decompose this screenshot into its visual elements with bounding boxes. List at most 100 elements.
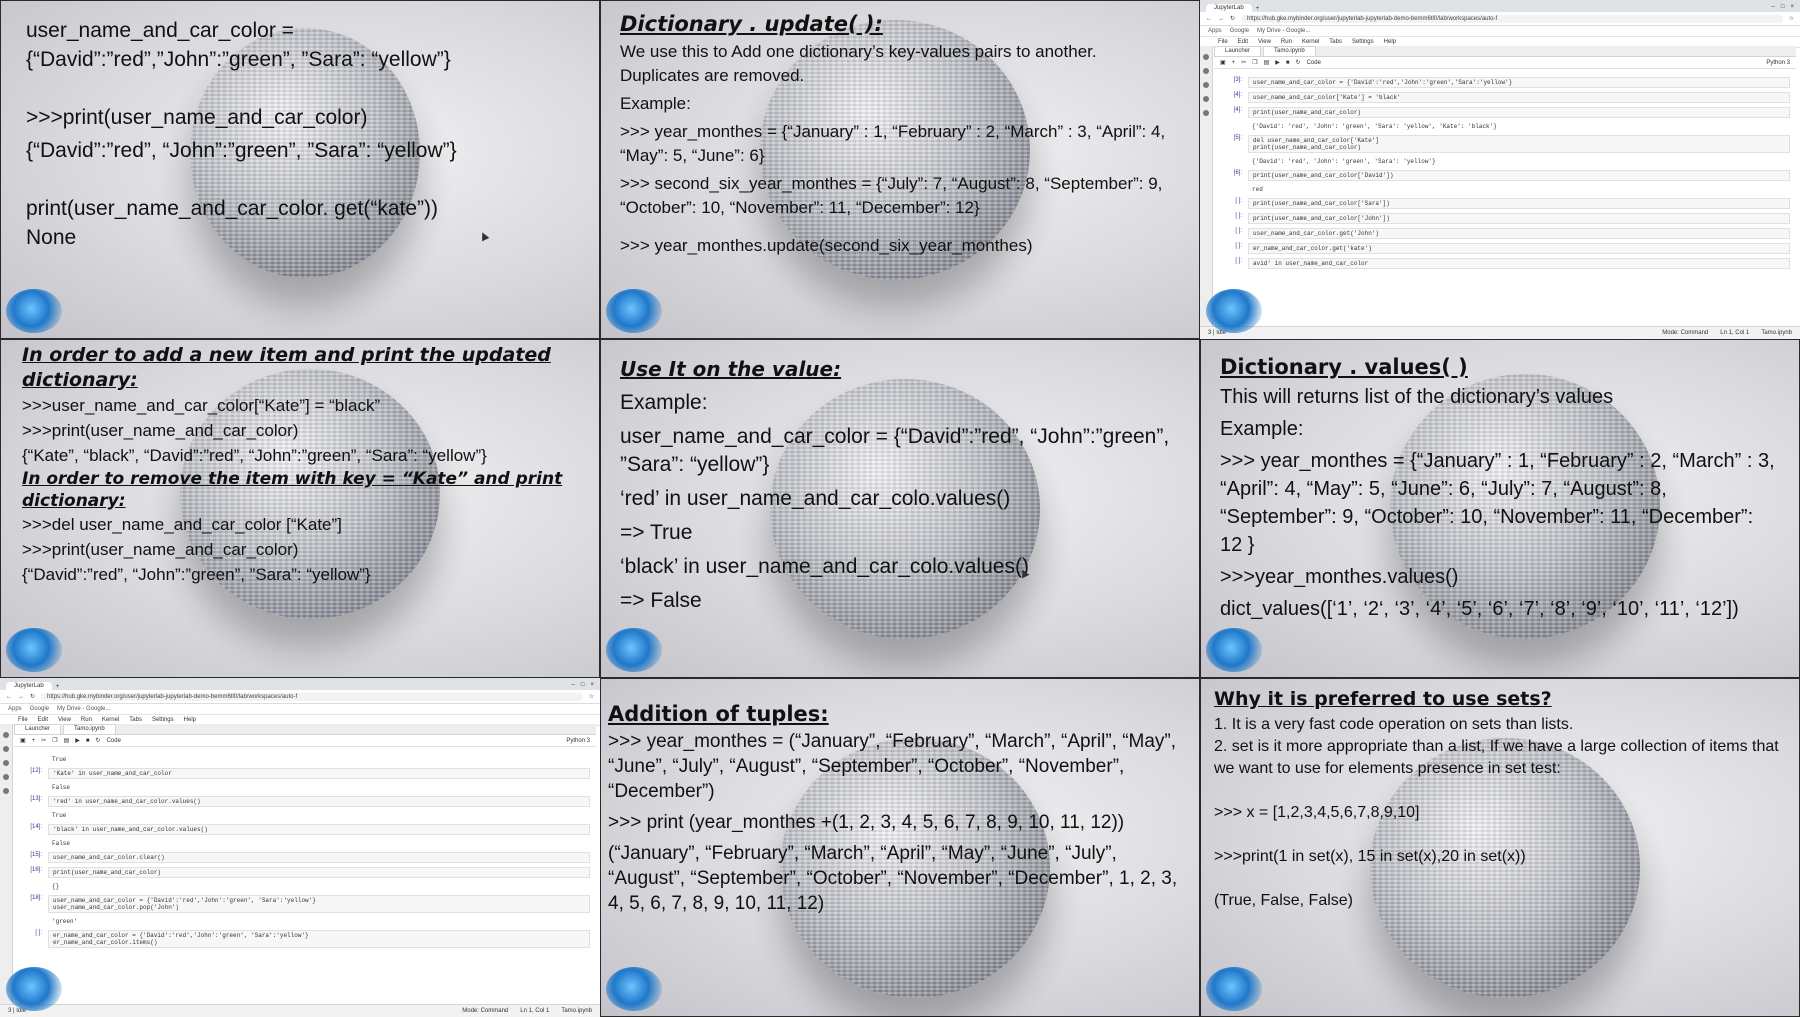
copy-icon[interactable]: ❐	[1252, 59, 1257, 66]
menu-run[interactable]: Run	[81, 717, 92, 723]
save-icon[interactable]: ▣	[1220, 59, 1226, 66]
browser-tab[interactable]: JupyterLab	[1206, 4, 1252, 12]
cut-icon[interactable]: ✂	[41, 737, 46, 744]
tab-notebook[interactable]: Tamo.ipynb	[1263, 46, 1316, 56]
notebook-cell[interactable]: [ ]: avid' in user_name_and_car_color	[1220, 258, 1790, 269]
cell-code[interactable]: user_name_and_car_color.clear()	[48, 852, 590, 863]
minimize-icon[interactable]: –	[1772, 4, 1775, 10]
maximize-icon[interactable]: □	[1781, 4, 1785, 10]
menu-kernel[interactable]: Kernel	[1302, 39, 1319, 45]
jupyter-screenshot-2[interactable]: JupyterLab + – □ × ← → ↻ https://hub.gke.m…	[0, 678, 600, 1017]
menu-settings[interactable]: Settings	[1352, 39, 1374, 45]
save-icon[interactable]: ▣	[20, 737, 26, 744]
new-tab-icon[interactable]: +	[1256, 6, 1260, 12]
bookmark[interactable]: Apps	[8, 706, 22, 712]
notebook-cell[interactable]: [14]: 'black' in user_name_and_car_color.…	[20, 824, 590, 835]
close-icon[interactable]: ×	[1790, 4, 1794, 10]
menu-help[interactable]: Help	[184, 717, 196, 723]
menu-view[interactable]: View	[58, 717, 71, 723]
cell-code[interactable]: print(user_name_and_car_color['Sara'])	[1248, 198, 1790, 209]
back-icon[interactable]: ←	[1206, 16, 1212, 22]
menu-view[interactable]: View	[1258, 39, 1271, 45]
new-tab-icon[interactable]: +	[56, 684, 60, 690]
menu-run[interactable]: Run	[1281, 39, 1292, 45]
notebook-cell[interactable]: [6]: print(user_name_and_car_color['David…	[1220, 170, 1790, 181]
slide-add-remove-item[interactable]: In order to add a new item and print the…	[0, 339, 600, 678]
forward-icon[interactable]: →	[18, 694, 24, 700]
menu-help[interactable]: Help	[1384, 39, 1396, 45]
wrench-icon[interactable]	[1203, 96, 1209, 102]
bookmark[interactable]: Google	[1230, 28, 1249, 34]
add-cell-icon[interactable]: +	[32, 738, 36, 744]
notebook-cell[interactable]: [15]: user_name_and_car_color.clear()	[20, 852, 590, 863]
stop-icon[interactable]: ■	[1286, 60, 1290, 66]
notebook-cell[interactable]: [12]: 'Kate' in user_name_and_car_color	[20, 768, 590, 779]
cell-code[interactable]: print(user_name_and_car_color)	[1248, 107, 1790, 118]
slide-sets-preferred[interactable]: Why it is preferred to use sets? 1. It i…	[1200, 678, 1800, 1017]
notebook-cell[interactable]: [16]: print(user_name_and_car_color)	[20, 867, 590, 878]
notebook-cell[interactable]: [ ]: er_name_and_car_color.get('kate')	[1220, 243, 1790, 254]
menu-kernel[interactable]: Kernel	[102, 717, 119, 723]
menu-settings[interactable]: Settings	[152, 717, 174, 723]
running-icon[interactable]	[3, 746, 9, 752]
cell-code[interactable]: user_name_and_car_color = {'David':'red'…	[48, 895, 590, 913]
restart-icon[interactable]: ↻	[1296, 59, 1301, 66]
tab-launcher[interactable]: Launcher	[1214, 46, 1262, 56]
slide-tuple-addition[interactable]: Addition of tuples: >>> year_monthes = (…	[600, 678, 1200, 1017]
notebook-cell[interactable]: [ ]: er_name_and_car_color = {'David':'re…	[20, 930, 590, 948]
palette-icon[interactable]	[1203, 82, 1209, 88]
tabs-icon[interactable]	[1203, 110, 1209, 116]
menu-tabs[interactable]: Tabs	[1329, 39, 1342, 45]
bookmark[interactable]: Google	[30, 706, 49, 712]
restart-icon[interactable]: ↻	[96, 737, 101, 744]
browser-tab[interactable]: JupyterLab	[6, 682, 52, 690]
menu-edit[interactable]: Edit	[38, 717, 48, 723]
slide-dict-values[interactable]: Dictionary . values( ) This will returns…	[1200, 339, 1800, 678]
add-cell-icon[interactable]: +	[1232, 60, 1236, 66]
tab-launcher[interactable]: Launcher	[14, 724, 62, 734]
cut-icon[interactable]: ✂	[1241, 59, 1246, 66]
cell-code[interactable]: print(user_name_and_car_color['John'])	[1248, 213, 1790, 224]
cell-code[interactable]: user_name_and_car_color = {'David':'red'…	[1248, 77, 1790, 88]
folder-icon[interactable]	[1203, 54, 1209, 60]
menu-file[interactable]: File	[18, 717, 28, 723]
notebook-cell[interactable]: [5]: del user_name_and_car_color['Kate'] …	[1220, 135, 1790, 153]
bookmark[interactable]: My Drive - Google...	[1257, 28, 1310, 34]
star-icon[interactable]: ☆	[1789, 15, 1794, 22]
cell-code[interactable]: user_name_and_car_color.get('John')	[1248, 228, 1790, 239]
cell-type-select[interactable]: Code	[1307, 60, 1321, 66]
slide-dict-get[interactable]: user_name_and_car_color = {“David”:”red”…	[0, 0, 600, 339]
bookmark[interactable]: Apps	[1208, 28, 1222, 34]
cell-code[interactable]: er_name_and_car_color = {'David':'red','…	[48, 930, 590, 948]
run-icon[interactable]: ▶	[1275, 59, 1280, 66]
minimize-icon[interactable]: –	[572, 682, 575, 688]
tabs-icon[interactable]	[3, 788, 9, 794]
back-icon[interactable]: ←	[6, 694, 12, 700]
paste-icon[interactable]: ▤	[1264, 59, 1270, 66]
notebook-cell[interactable]: [18]: user_name_and_car_color = {'David':…	[20, 895, 590, 913]
cell-code[interactable]: 'red' in user_name_and_car_color.values(…	[48, 796, 590, 807]
tab-notebook[interactable]: Tamo.ipynb	[63, 724, 116, 734]
cell-code[interactable]: 'Kate' in user_name_and_car_color	[48, 768, 590, 779]
notebook-cell[interactable]: [ ]: print(user_name_and_car_color['John'…	[1220, 213, 1790, 224]
paste-icon[interactable]: ▤	[64, 737, 70, 744]
cell-code[interactable]: er_name_and_car_color.get('kate')	[1248, 243, 1790, 254]
notebook-cell[interactable]: [ ]: user_name_and_car_color.get('John')	[1220, 228, 1790, 239]
slide-values-membership[interactable]: Use It on the value: Example: user_name_…	[600, 339, 1200, 678]
cell-code[interactable]: del user_name_and_car_color['Kate'] prin…	[1248, 135, 1790, 153]
notebook-cell[interactable]: [4]: user_name_and_car_color['Kate'] = 'b…	[1220, 92, 1790, 103]
folder-icon[interactable]	[3, 732, 9, 738]
copy-icon[interactable]: ❐	[52, 737, 57, 744]
url-field[interactable]: https://hub.gke.mybinder.org/user/jupyte…	[1241, 14, 1783, 23]
cell-code[interactable]: 'black' in user_name_and_car_color.value…	[48, 824, 590, 835]
cell-type-select[interactable]: Code	[107, 738, 121, 744]
stop-icon[interactable]: ■	[86, 738, 90, 744]
cell-code[interactable]: print(user_name_and_car_color)	[48, 867, 590, 878]
url-field[interactable]: https://hub.gke.mybinder.org/user/jupyte…	[41, 692, 583, 701]
slide-dict-update[interactable]: Dictionary . update( ): We use this to A…	[600, 0, 1200, 339]
notebook-cell[interactable]: [ ]: print(user_name_and_car_color['Sara'…	[1220, 198, 1790, 209]
notebook-cell[interactable]: [3]: user_name_and_car_color = {'David':'…	[1220, 77, 1790, 88]
reload-icon[interactable]: ↻	[30, 693, 35, 700]
menu-file[interactable]: File	[1218, 39, 1228, 45]
maximize-icon[interactable]: □	[581, 682, 585, 688]
